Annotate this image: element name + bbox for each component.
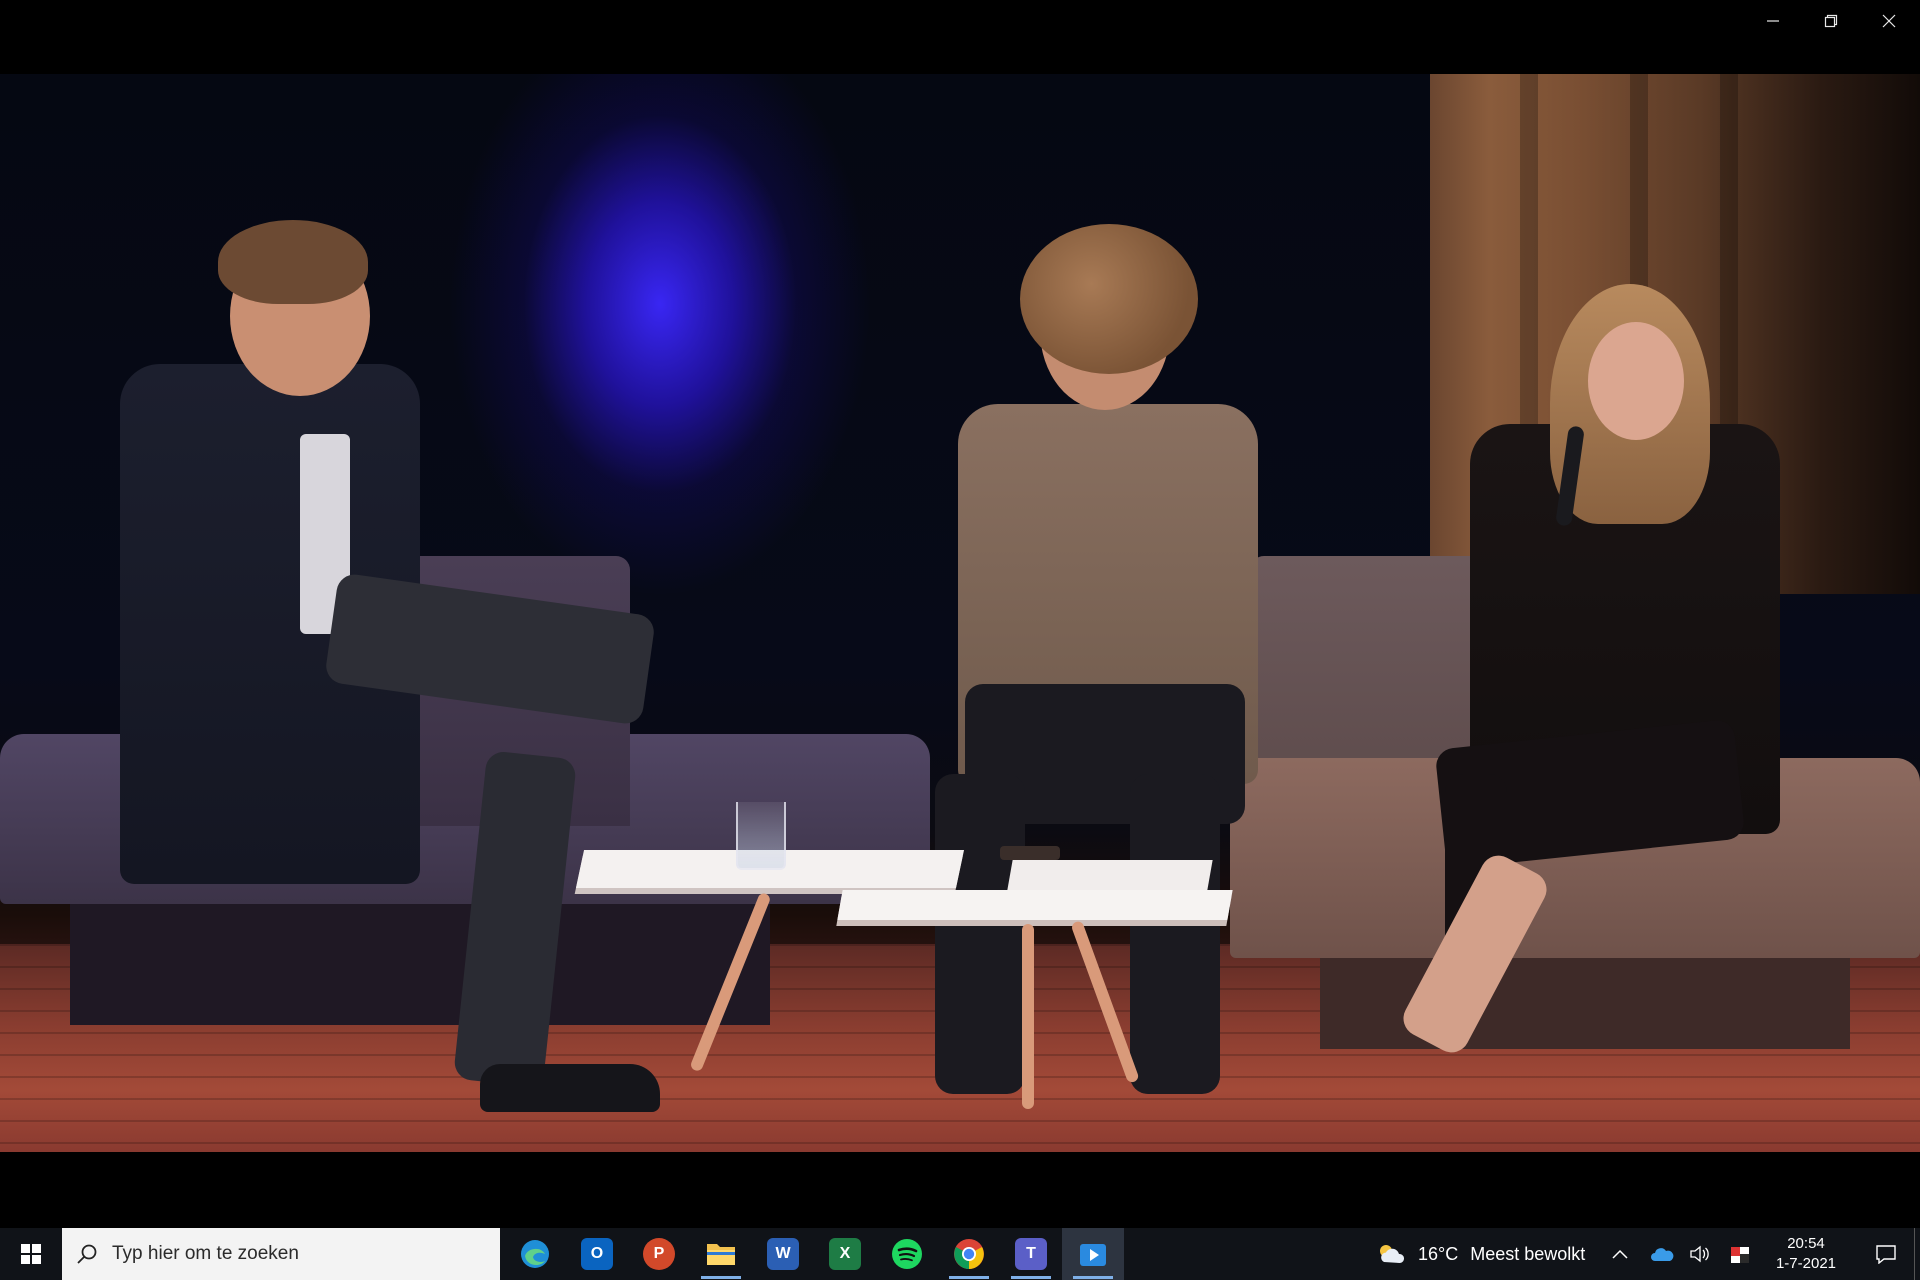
teams-icon: T [1015,1238,1047,1270]
taskbar-app-word[interactable]: W [752,1228,814,1280]
notification-icon [1876,1245,1896,1264]
video-frame[interactable] [0,74,1920,1152]
notification-center-button[interactable] [1860,1228,1912,1280]
volume-tray[interactable] [1680,1228,1720,1280]
weather-condition: Meest bewolkt [1470,1243,1586,1264]
spotify-icon [892,1239,922,1269]
taskbar-app-file-explorer[interactable] [690,1228,752,1280]
chrome-icon [954,1239,984,1269]
taskbar-app-outlook[interactable]: O [566,1228,628,1280]
restore-icon [1824,14,1838,28]
taskbar-app-spotify[interactable] [876,1228,938,1280]
volume-icon [1690,1245,1709,1263]
taskbar-app-media-player[interactable] [1062,1228,1124,1280]
close-button[interactable] [1860,0,1918,42]
remote-control [1000,846,1060,860]
taskbar-app-powerpoint[interactable]: P [628,1228,690,1280]
calendar-badge-icon [1731,1247,1749,1263]
minimize-button[interactable] [1744,0,1802,42]
word-icon: W [767,1238,799,1270]
minimize-icon [1767,20,1779,22]
onedrive-tray[interactable] [1642,1228,1682,1280]
clock-date: 1-7-2021 [1775,1255,1837,1272]
taskbar-clock[interactable]: 20:54 1-7-2021 [1752,1228,1860,1280]
close-icon [1882,14,1896,28]
sofa-right [1320,954,1850,1049]
partly-cloudy-icon [1380,1245,1405,1263]
powerpoint-icon: P [643,1238,675,1270]
media-player-icon [1080,1244,1106,1266]
clock-time: 20:54 [1787,1235,1825,1252]
taskbar-app-excel[interactable]: X [814,1228,876,1280]
weather-temperature: 16°C [1418,1243,1459,1264]
start-button[interactable] [0,1228,62,1280]
taskbar: Typ hier om te zoeken O P W X T 16°C Mee… [0,1228,1920,1280]
taskbar-app-chrome[interactable] [938,1228,1000,1280]
taskbar-app-edge[interactable] [504,1228,566,1280]
outlook-icon: O [581,1238,613,1270]
show-hidden-icons-button[interactable] [1600,1228,1640,1280]
restore-button[interactable] [1802,0,1860,42]
windows-icon [21,1244,41,1264]
folder-icon [707,1244,735,1265]
water-glass [736,802,786,870]
onedrive-icon [1651,1248,1674,1261]
show-desktop-button[interactable] [1914,1228,1920,1280]
search-placeholder: Typ hier om te zoeken [112,1243,299,1264]
excel-icon: X [829,1238,861,1270]
edge-icon [521,1240,549,1268]
weather-widget[interactable]: 16°C Meest bewolkt [1376,1228,1585,1280]
chevron-up-icon [1612,1249,1628,1259]
taskbar-app-teams[interactable]: T [1000,1228,1062,1280]
taskbar-search-box[interactable]: Typ hier om te zoeken [62,1228,500,1280]
window-title-bar [0,0,1920,74]
search-icon [77,1244,97,1264]
sofa-left [70,900,770,1025]
